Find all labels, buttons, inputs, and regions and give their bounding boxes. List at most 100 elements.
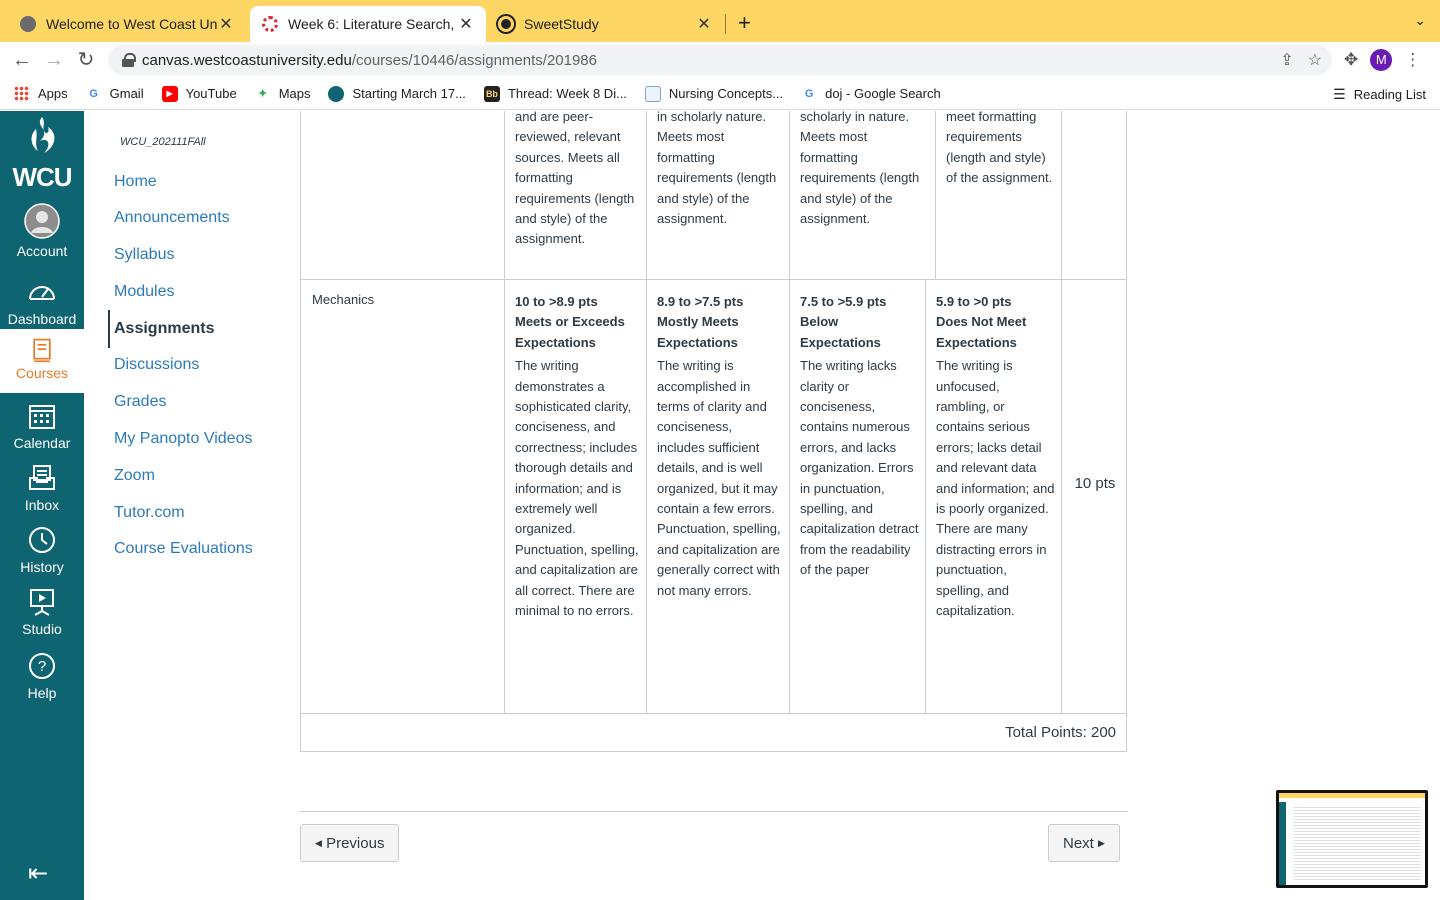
global-nav-account[interactable]: Account [0,203,84,259]
browser-tab[interactable]: Welcome to West Coast Univer ✕ [8,6,246,42]
rubric-row-mechanics: Mechanics 10 to >8.9 pts Meets or Exceed… [300,280,1127,714]
close-tab-icon[interactable]: ✕ [458,14,474,34]
course-nav-tutor[interactable]: Tutor.com [114,504,185,522]
close-tab-icon[interactable]: ✕ [218,14,234,34]
global-navigation: WCU Account Dashboard Courses Calendar I… [0,111,84,900]
rating-description: scholarly in nature. Meets most formatti… [800,109,920,227]
browser-tab-active[interactable]: Week 6: Literature Search, Rap ✕ [250,6,486,42]
bookmark-star-icon[interactable]: ☆ [1308,50,1322,70]
rating-cell: 10 to >8.9 pts Meets or Exceeds Expectat… [515,292,640,622]
new-tab-icon[interactable]: + [738,12,751,34]
course-nav-zoom[interactable]: Zoom [114,467,155,485]
rating-points: 7.5 to >5.9 pts [800,294,887,309]
criterion-points: 10 pts [1074,475,1116,492]
screenshot-thumbnail[interactable] [1276,790,1428,888]
collapse-nav-icon[interactable]: ⇤ [28,859,48,888]
course-nav-home[interactable]: Home [114,173,157,191]
rating-points: 5.9 to >0 pts [936,294,1012,309]
sweetstudy-icon [498,16,514,32]
dashboard-gauge-icon [29,286,55,300]
global-nav-studio[interactable]: Studio [0,587,84,637]
course-nav-assignments[interactable]: Assignments [114,320,214,338]
global-nav-inbox[interactable]: Inbox [0,463,84,513]
canvas-icon [262,16,278,32]
history-clock-icon [29,527,55,553]
svg-text:?: ? [38,658,46,675]
course-nav-panopto[interactable]: My Panopto Videos [114,430,252,448]
course-nav-evaluations[interactable]: Course Evaluations [114,540,253,558]
courses-book-icon [33,338,51,363]
forward-icon[interactable]: → [42,48,66,72]
calendar-icon [29,405,55,429]
global-nav-history[interactable]: History [0,525,84,575]
reading-list-icon: ☰ [1333,86,1346,102]
course-nav-announcements[interactable]: Announcements [114,209,230,227]
course-code: WCU_202111FAll [120,136,206,148]
previous-button[interactable]: ◀ Previous [300,824,400,862]
browser-menu-icon[interactable]: ⋮ [1404,50,1421,70]
reload-icon[interactable]: ↻ [74,48,98,72]
bookmarks-bar: Apps G Gmail ▶ YouTube ✦ Maps Starting M… [0,78,1440,110]
course-nav-syllabus[interactable]: Syllabus [114,246,174,264]
document-icon [644,85,661,102]
criterion-name: Mechanics [312,292,375,307]
total-points: Total Points: 200 [300,714,1127,752]
bookmark-doj[interactable]: G doj - Google Search [801,86,941,102]
rating-description: meet formatting requirements (length and… [946,109,1053,186]
bookmark-gmail[interactable]: G Gmail [86,86,143,102]
rubric-row-previous: and are peer-reviewed, relevant sources.… [300,109,1127,280]
rating-description: and are peer-reviewed, relevant sources.… [515,109,635,247]
course-nav-modules[interactable]: Modules [114,283,174,301]
next-button[interactable]: Next ▶ [1048,824,1120,862]
blackboard-icon: Bb [483,85,500,102]
rating-description: in scholarly nature. Meets most formatti… [657,109,777,227]
rating-cell: 7.5 to >5.9 pts Below Expectations The w… [800,292,922,581]
close-tab-icon[interactable]: ✕ [696,14,712,34]
course-nav-grades[interactable]: Grades [114,393,166,411]
help-question-icon: ? [29,653,55,679]
rating-description: The writing lacks clarity or conciseness… [800,358,919,578]
apps-grid-icon [14,85,30,102]
rating-description: The writing demonstrates a sophisticated… [515,358,639,619]
rating-description: The writing is unfocused, rambling, or c… [936,358,1055,619]
rubric-content: and are peer-reviewed, relevant sources.… [300,109,1440,900]
rating-title: Mostly Meets Expectations [657,314,739,350]
bookmark-youtube[interactable]: ▶ YouTube [161,85,237,102]
rating-points: 8.9 to >7.5 pts [657,294,744,309]
youtube-icon: ▶ [161,85,178,102]
share-icon[interactable]: ⇪ [1280,50,1293,70]
bookmark-starting-march[interactable]: Starting March 17... [328,85,466,102]
global-nav-calendar[interactable]: Calendar [0,401,84,451]
rating-title: Meets or Exceeds Expectations [515,314,625,350]
rating-cell: 8.9 to >7.5 pts Mostly Meets Expectation… [657,292,782,601]
bookmark-maps[interactable]: ✦ Maps [255,86,310,102]
global-nav-help[interactable]: ? Help [0,651,84,701]
rating-title: Does Not Meet Expectations [936,314,1027,350]
account-avatar-icon [24,203,60,239]
global-nav-dashboard[interactable]: Dashboard [0,277,84,327]
wcu-logo[interactable]: WCU [0,115,84,193]
inbox-icon [29,465,55,490]
caret-right-icon: ▶ [1098,838,1105,848]
lock-icon [122,53,136,67]
browser-tab[interactable]: SweetStudy ✕ [486,6,724,42]
chat-bubble-icon [328,85,345,102]
global-nav-courses[interactable]: Courses [0,329,84,393]
back-icon[interactable]: ← [10,48,34,72]
profile-avatar[interactable]: M [1370,49,1393,71]
rating-title: Below Expectations [800,314,881,350]
tab-search-chevron-icon[interactable]: ⌄ [1414,12,1426,29]
address-bar[interactable]: canvas.westcoastuniversity.edu/courses/1… [108,45,1332,75]
globe-icon [20,16,36,32]
rating-description: The writing is accomplished in terms of … [657,358,781,598]
extensions-puzzle-icon[interactable]: ✥ [1344,50,1358,70]
rating-cell: 5.9 to >0 pts Does Not Meet Expectations… [936,292,1056,622]
flame-logo-icon [31,117,55,153]
course-navigation: WCU_202111FAll Home Announcements Syllab… [84,111,300,900]
bookmark-thread[interactable]: Bb Thread: Week 8 Di... [483,85,627,102]
course-nav-discussions[interactable]: Discussions [114,356,199,374]
bookmark-nursing[interactable]: Nursing Concepts... [644,85,783,102]
rating-points: 10 to >8.9 pts [515,294,598,309]
bookmark-apps[interactable]: Apps [14,85,68,102]
reading-list[interactable]: ☰ Reading List [1333,86,1426,103]
